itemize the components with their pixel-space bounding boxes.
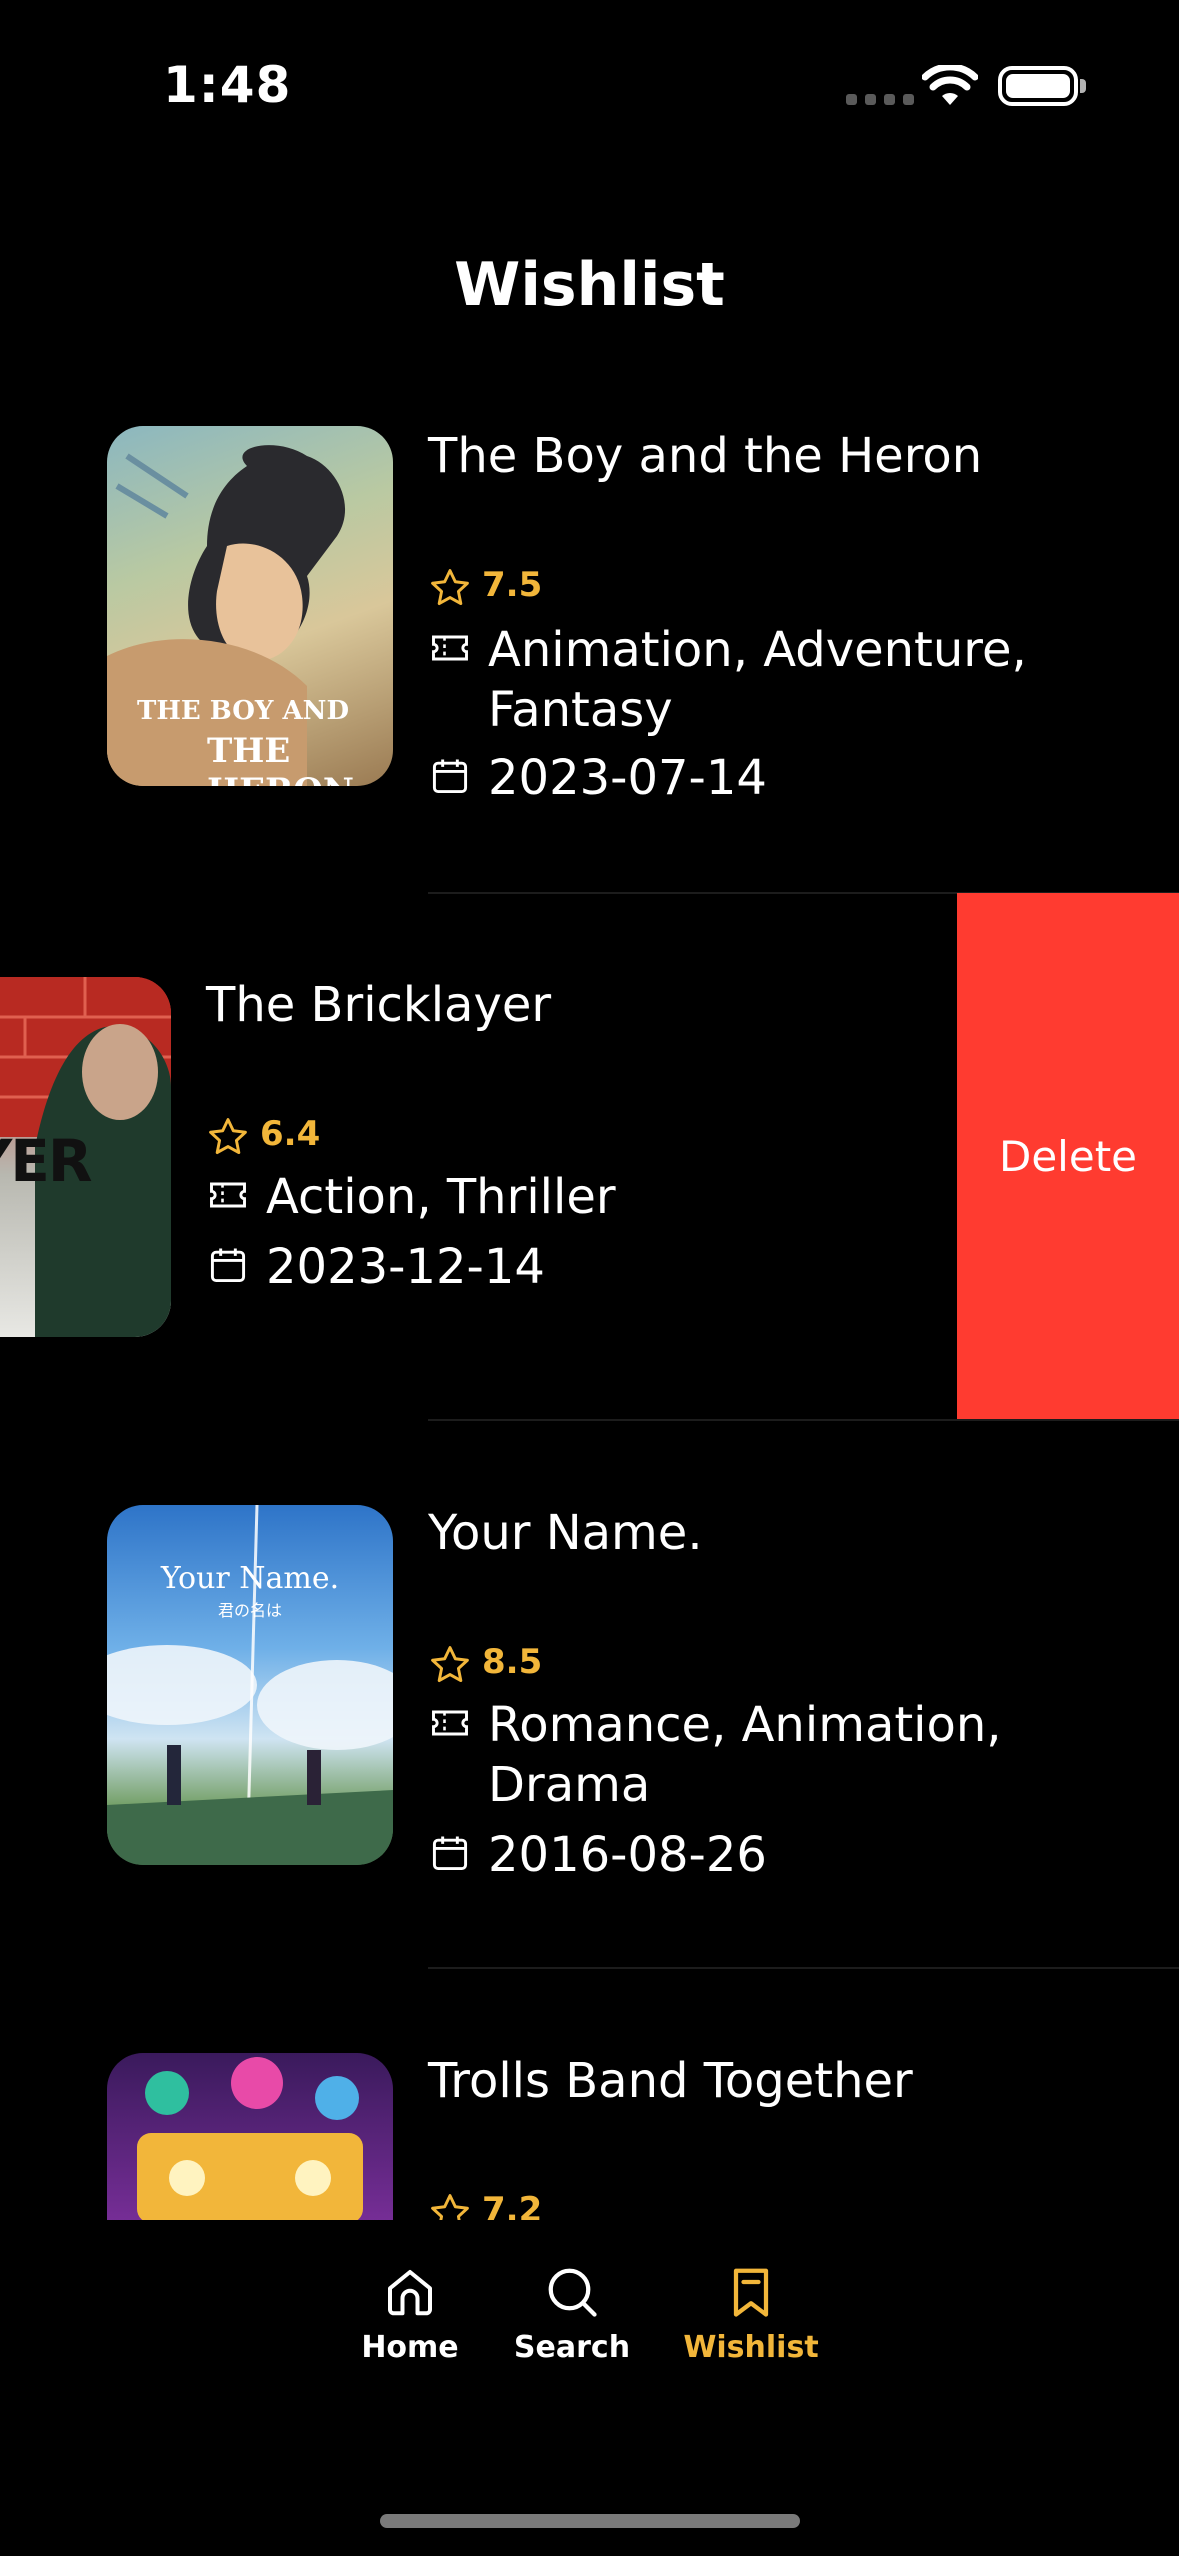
genres-text: Romance, Animation, Drama	[488, 1697, 1002, 1813]
tab-label: Home	[361, 2330, 459, 2365]
genres-text: Action, Thriller	[266, 1169, 616, 1225]
genres-text: Animation, Adventure, Fantasy	[488, 622, 1027, 738]
release-date: 2023-12-14	[206, 1237, 886, 1297]
movie-title: Trolls Band Together	[428, 2053, 913, 2109]
bookmark-icon	[733, 2268, 769, 2317]
home-indicator[interactable]	[380, 2514, 800, 2528]
list-item[interactable]: Trolls Band Together 7.2	[0, 1969, 1179, 2220]
movie-title: Your Name.	[428, 1505, 703, 1561]
wishlist-list[interactable]: THE BOY AND THE HERON The Boy and the He…	[0, 0, 1179, 2220]
rating: 7.5	[428, 560, 542, 610]
calendar-icon	[432, 759, 468, 794]
star-icon	[209, 1118, 247, 1155]
star-icon	[431, 1646, 469, 1683]
star-icon	[431, 569, 469, 606]
movie-poster[interactable]	[107, 2053, 393, 2220]
ticket-icon	[432, 635, 468, 661]
delete-button[interactable]: Delete	[957, 893, 1179, 1419]
star-icon	[431, 2194, 469, 2220]
rating: 6.4	[206, 1109, 320, 1159]
release-date-text: 2023-07-14	[488, 750, 767, 806]
poster-subtitle: 君の名は	[217, 1601, 282, 1620]
tab-wishlist[interactable]: Wishlist	[671, 2262, 831, 2365]
calendar-icon	[432, 1836, 468, 1871]
movie-poster[interactable]: THE BOY AND THE HERON	[107, 426, 393, 786]
list-item[interactable]: KLAYER The Bricklayer 6.4 Action, Thrill…	[0, 893, 1179, 1421]
tab-label: Wishlist	[683, 2330, 819, 2365]
poster-title-line2: THE HERON	[207, 731, 354, 786]
tab-label: Search	[513, 2330, 631, 2365]
search-icon	[548, 2268, 597, 2317]
release-date: 2023-07-14	[428, 748, 1108, 808]
ticket-icon	[210, 1182, 246, 1208]
poster-title-line1: THE BOY AND	[137, 696, 349, 726]
tab-home[interactable]: Home	[330, 2262, 490, 2365]
calendar-icon	[210, 1248, 246, 1283]
house-icon	[388, 2270, 432, 2316]
rating-value: 8.5	[482, 1642, 543, 1682]
release-date-text: 2023-12-14	[266, 1239, 545, 1295]
poster-title: Your Name.	[160, 1561, 340, 1596]
ticket-icon	[432, 1710, 468, 1736]
tab-bar: Home Search Wishlist	[0, 2220, 1179, 2556]
movie-title: The Boy and the Heron	[428, 428, 983, 484]
list-item[interactable]: Your Name. 君の名は Your Name. 8.5 Romance, …	[0, 1421, 1179, 1969]
genres: Romance, Animation, Drama	[428, 1695, 1108, 1815]
rating-value: 7.5	[482, 565, 543, 605]
movie-poster[interactable]: KLAYER	[0, 977, 171, 1337]
genres: Animation, Adventure, Fantasy	[428, 620, 1108, 740]
tab-search[interactable]: Search	[492, 2262, 652, 2365]
release-date: 2016-08-26	[428, 1825, 1108, 1885]
list-item[interactable]: THE BOY AND THE HERON The Boy and the He…	[0, 410, 1179, 940]
rating: 7.2	[428, 2185, 542, 2220]
movie-title: The Bricklayer	[206, 977, 552, 1033]
rating: 8.5	[428, 1637, 542, 1687]
rating-value: 7.2	[482, 2190, 543, 2220]
poster-title: KLAYER	[0, 1127, 93, 1195]
release-date-text: 2016-08-26	[488, 1827, 767, 1883]
genres: Action, Thriller	[206, 1167, 826, 1227]
movie-poster[interactable]: Your Name. 君の名は	[107, 1505, 393, 1865]
rating-value: 6.4	[260, 1114, 321, 1154]
